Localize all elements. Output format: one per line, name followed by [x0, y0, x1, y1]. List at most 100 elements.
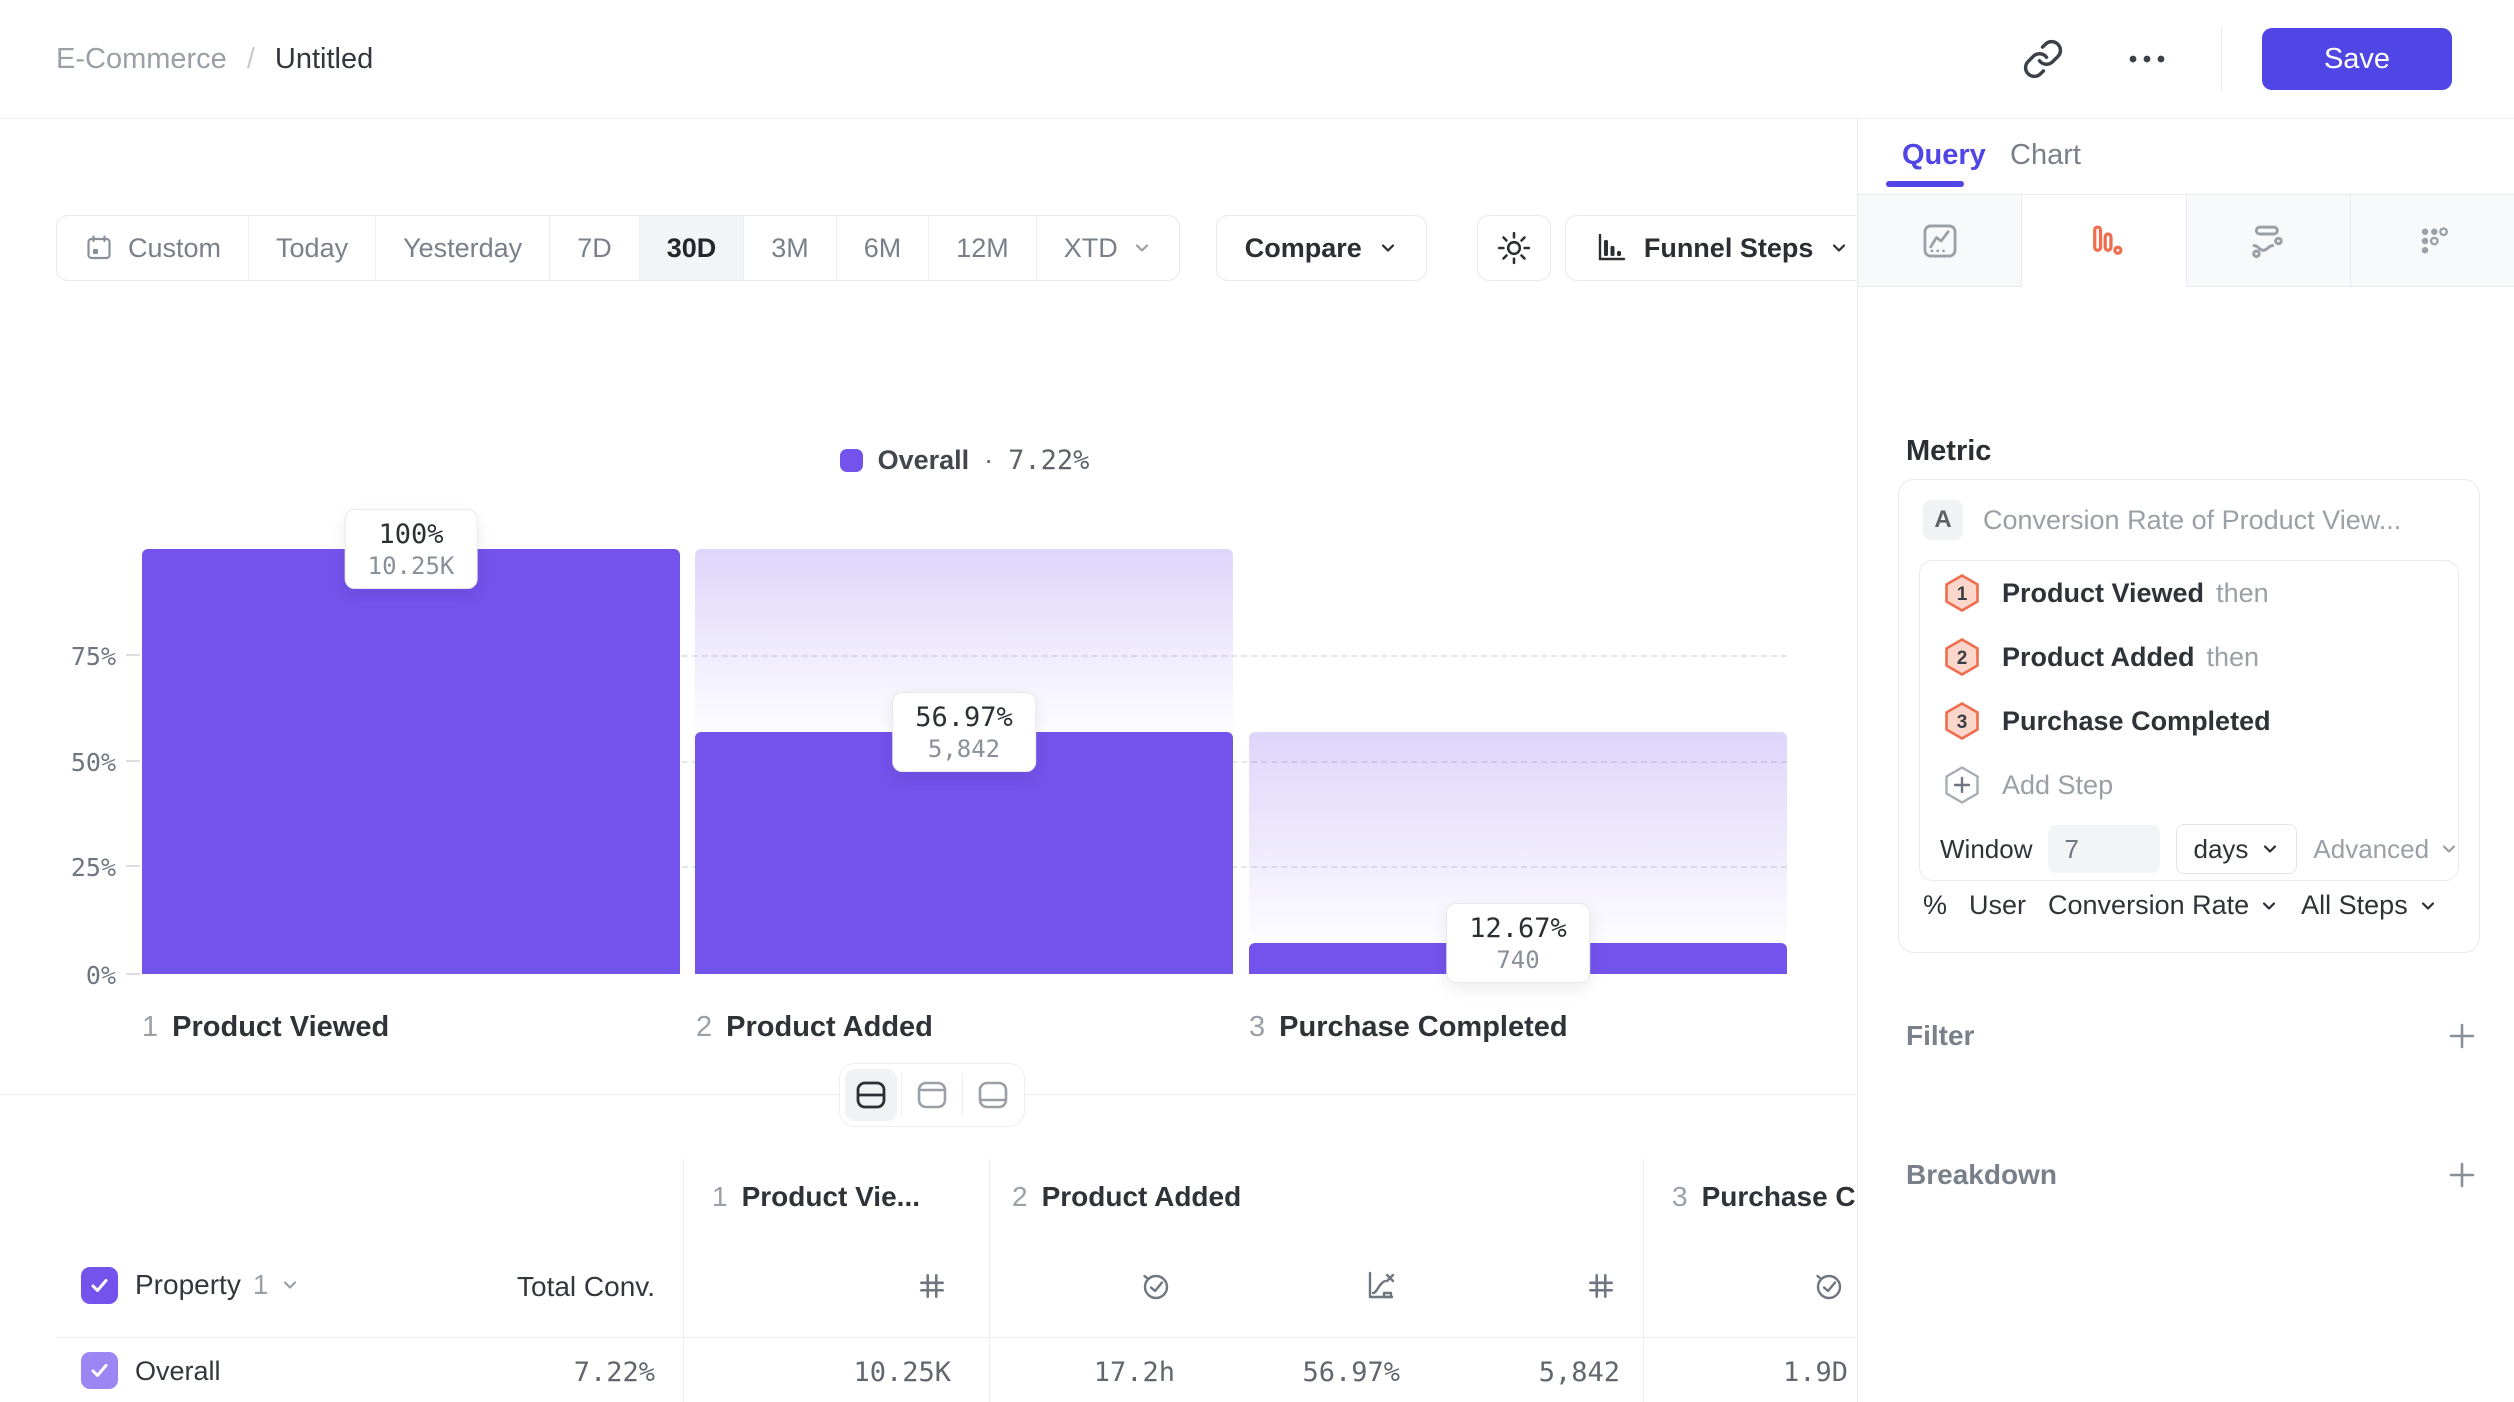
chevron-down-icon: [1378, 238, 1398, 258]
count-column-header-step-2[interactable]: [1582, 1267, 1620, 1305]
funnel-step-row-1[interactable]: 1 Product Viewed then: [1920, 561, 2458, 625]
chevron-down-icon: [1132, 238, 1152, 258]
checkbox-check-icon: [89, 1275, 110, 1296]
link-icon: [2022, 38, 2064, 80]
filter-section: Filter: [1906, 1020, 2478, 1052]
y-axis-tick-50: 50%: [54, 748, 116, 777]
table-column-divider: [1643, 1159, 1644, 1402]
svg-text:1: 1: [1957, 584, 1968, 605]
step-number: 1: [142, 1011, 158, 1044]
tab-chart[interactable]: Chart: [2010, 139, 2081, 172]
cell-step3-avg-time: 1.9D: [1783, 1357, 1848, 1388]
measured-metric-dropdown[interactable]: Conversion Rate: [2048, 890, 2279, 921]
gear-icon: [1496, 230, 1532, 266]
funnel-fill-step-1[interactable]: [142, 549, 680, 974]
funnel-step-row-3[interactable]: 3 Purchase Completed: [1920, 689, 2458, 753]
step-event-name: Product Viewed: [2002, 578, 2204, 609]
copy-link-button[interactable]: [2015, 31, 2071, 87]
chart-type-segmentation[interactable]: [1858, 195, 2022, 287]
table-group-header-step-1[interactable]: 1 Product Vie...: [712, 1181, 920, 1213]
date-range-12m[interactable]: 12M: [929, 216, 1037, 280]
split-view-button[interactable]: [845, 1069, 897, 1121]
chevron-down-icon: [2439, 839, 2459, 859]
main-panel: Custom Today Yesterday 7D 30D 3M 6M 12M …: [0, 119, 1856, 1402]
cell-step2-avg-time: 17.2h: [1094, 1357, 1175, 1388]
x-label-step-2: 2 Product Added: [696, 1011, 933, 1044]
date-range-today[interactable]: Today: [249, 216, 376, 280]
chart-only-view-button[interactable]: [906, 1069, 958, 1121]
chart-view-selector[interactable]: Funnel Steps: [1565, 215, 1856, 281]
table-group-header-step-3[interactable]: 3 Purchase C: [1672, 1181, 1856, 1213]
topbar-divider: [2221, 27, 2222, 91]
hexagon-step-badge-1: 1: [1942, 573, 1982, 613]
group-number: 2: [1012, 1181, 1028, 1213]
add-breakdown-button[interactable]: [2446, 1159, 2478, 1191]
table-group-header-step-2[interactable]: 2 Product Added: [1012, 1181, 1241, 1213]
chart-settings-button[interactable]: [1477, 215, 1551, 281]
step-name: Product Viewed: [172, 1011, 389, 1044]
funnel-bar-step-2[interactable]: 56.97% 5,842: [695, 549, 1233, 974]
funnel-bar-step-3[interactable]: 12.67% 740: [1249, 549, 1787, 974]
breadcrumb-project[interactable]: E-Commerce: [56, 43, 227, 76]
date-range-custom[interactable]: Custom: [57, 216, 249, 280]
count-column-header-step-1[interactable]: [913, 1267, 951, 1305]
more-menu-button[interactable]: [2119, 31, 2175, 87]
save-button[interactable]: Save: [2262, 28, 2452, 90]
funnel-bar-step-1[interactable]: 100% 10.25K: [142, 549, 680, 974]
advanced-dropdown[interactable]: Advanced: [2313, 834, 2459, 865]
view-toggle-separator: [901, 1073, 902, 1117]
date-range-yesterday[interactable]: Yesterday: [376, 216, 550, 280]
measured-scope-dropdown[interactable]: All Steps: [2301, 890, 2438, 921]
tab-query-active-underline: [1886, 181, 1964, 187]
y-axis-tickmark: [126, 760, 140, 762]
conversion-window-row: Window days Advanced: [1920, 817, 2458, 881]
compare-button[interactable]: Compare: [1216, 215, 1427, 281]
property-column-header[interactable]: Property 1: [135, 1269, 300, 1301]
conversion-rate-column-header-step-2[interactable]: [1362, 1267, 1400, 1305]
date-range-6m[interactable]: 6M: [837, 216, 930, 280]
add-step-hexagon-plus-icon: [1942, 765, 1982, 805]
group-name: Purchase C: [1702, 1181, 1856, 1213]
date-range-xtd[interactable]: XTD: [1037, 216, 1179, 280]
chart-type-journeys[interactable]: [2187, 195, 2351, 287]
chevron-down-icon: [2260, 839, 2280, 859]
add-filter-button[interactable]: [2446, 1020, 2478, 1052]
top-bar: E-Commerce / Untitled: [0, 0, 2514, 119]
total-conversion-column-header[interactable]: Total Conv.: [517, 1271, 655, 1303]
avg-time-column-header-step-2[interactable]: [1137, 1267, 1175, 1305]
flow-icon: [2246, 219, 2290, 263]
date-range-3m[interactable]: 3M: [744, 216, 837, 280]
avg-time-column-header-step-3[interactable]: [1810, 1267, 1848, 1305]
chevron-down-icon: [2418, 896, 2438, 916]
step-then-label: then: [2207, 642, 2260, 673]
tab-query[interactable]: Query: [1902, 139, 1986, 172]
table-only-view-button[interactable]: [967, 1069, 1019, 1121]
date-range-7d[interactable]: 7D: [550, 216, 640, 280]
select-all-checkbox[interactable]: [81, 1267, 118, 1304]
breadcrumb-title[interactable]: Untitled: [275, 43, 373, 76]
hexagon-step-badge-2: 2: [1942, 637, 1982, 677]
group-name: Product Vie...: [742, 1181, 920, 1213]
measured-entity[interactable]: User: [1969, 890, 2026, 921]
chart-type-data-table[interactable]: [2351, 195, 2514, 287]
funnel-tooltip-step-3: 12.67% 740: [1446, 903, 1590, 983]
y-axis-tickmark: [126, 865, 140, 867]
date-range-custom-label: Custom: [128, 233, 221, 264]
funnel-step-row-2[interactable]: 2 Product Added then: [1920, 625, 2458, 689]
add-step-row[interactable]: Add Step: [1920, 753, 2458, 817]
chart-legend[interactable]: Overall · 7.22%: [142, 445, 1787, 476]
window-value-input[interactable]: [2048, 825, 2160, 873]
svg-text:2: 2: [1957, 648, 1968, 669]
row-checkbox-overall[interactable]: [81, 1352, 118, 1389]
metric-series-row[interactable]: A Conversion Rate of Product View...: [1923, 500, 2459, 540]
tooltip-conversion: 56.97%: [915, 701, 1013, 735]
date-range-30d-selected[interactable]: 30D: [640, 216, 745, 280]
cell-step2-count: 5,842: [1539, 1357, 1620, 1388]
chart-type-funnel-selected[interactable]: [2022, 195, 2186, 287]
table-row-name[interactable]: Overall: [135, 1356, 221, 1387]
group-number: 1: [712, 1181, 728, 1213]
property-index: 1: [253, 1269, 269, 1301]
compare-label: Compare: [1245, 233, 1362, 264]
window-unit-dropdown[interactable]: days: [2176, 824, 2297, 874]
step-number: 2: [696, 1011, 712, 1044]
